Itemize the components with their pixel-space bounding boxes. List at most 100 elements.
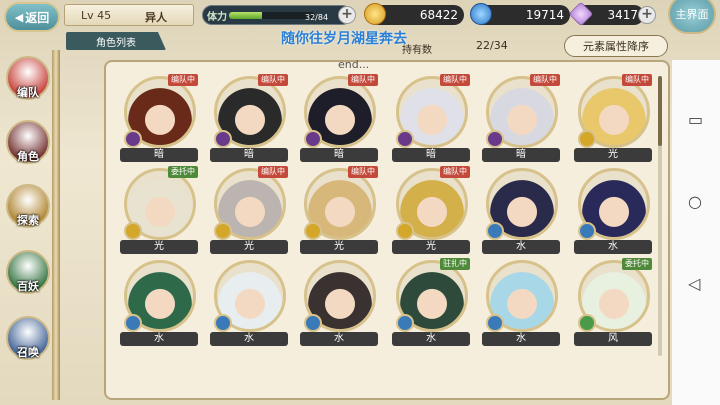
nav-pole: [52, 50, 60, 400]
character-card[interactable]: 编队中暗: [482, 74, 560, 162]
nav-item-label: 编队: [17, 86, 39, 99]
character-list-tab: 角色列表: [66, 32, 166, 50]
element-icon: [304, 130, 322, 148]
element-icon: [124, 314, 142, 332]
element-icon: [396, 130, 414, 148]
main-menu-button[interactable]: 主界面: [668, 0, 716, 34]
character-card[interactable]: 编队中光: [210, 166, 288, 254]
back-button[interactable]: ◀ 返回: [4, 2, 60, 32]
home-icon[interactable]: ○: [688, 192, 702, 211]
back-nav-icon[interactable]: ◁: [688, 274, 700, 293]
character-card[interactable]: 编队中光: [300, 166, 378, 254]
character-card[interactable]: 编队中暗: [210, 74, 288, 162]
nav-item-1[interactable]: 角色: [6, 120, 50, 164]
element-icon: [578, 222, 596, 240]
element-label: 水: [120, 332, 198, 346]
sort-label: 元素属性降序: [583, 40, 649, 53]
gem-icon: [470, 3, 492, 25]
main-menu-label: 主界面: [675, 8, 709, 21]
element-icon: [578, 130, 596, 148]
crystal-value: 3417: [607, 8, 638, 22]
nav-item-3[interactable]: 百妖: [6, 250, 50, 294]
element-label: 水: [392, 332, 470, 346]
element-icon: [214, 130, 232, 148]
recent-apps-icon[interactable]: ▭: [688, 110, 703, 129]
element-label: 光: [300, 240, 378, 254]
crystal-resource: 3417: [568, 1, 644, 27]
owned-count: 22/34: [476, 39, 508, 52]
element-icon: [304, 222, 322, 240]
element-label: 水: [300, 332, 378, 346]
nav-item-2[interactable]: 探索: [6, 184, 50, 228]
element-icon: [486, 130, 504, 148]
gold-value: 68422: [419, 8, 458, 22]
status-tag: 编队中: [440, 74, 470, 86]
character-list-label: 角色列表: [96, 37, 136, 49]
element-label: 水: [482, 332, 560, 346]
caption-overlay: 随你往岁月湖星奔去: [281, 31, 407, 47]
status-tag: 编队中: [440, 166, 470, 178]
element-label: 暗: [210, 148, 288, 162]
stamina-label: 体力: [207, 12, 227, 23]
character-card[interactable]: 水: [482, 258, 560, 346]
element-icon: [304, 314, 322, 332]
character-card[interactable]: 水: [210, 258, 288, 346]
element-icon: [578, 314, 596, 332]
stamina-text: 32/84: [305, 13, 329, 22]
status-tag: 编队中: [530, 74, 560, 86]
status-tag: 编队中: [348, 166, 378, 178]
gold-resource: 68422: [364, 3, 464, 25]
crystal-icon: [568, 1, 594, 27]
back-label: 返回: [25, 10, 50, 25]
character-card[interactable]: 委托中光: [120, 166, 198, 254]
status-tag: 编队中: [168, 74, 198, 86]
left-nav: 编队角色探索百妖召唤: [0, 50, 64, 400]
character-card[interactable]: 编队中光: [392, 166, 470, 254]
status-tag: 编队中: [258, 74, 288, 86]
character-card[interactable]: 委托中风: [574, 258, 652, 346]
character-card[interactable]: 水: [574, 166, 652, 254]
stamina-panel: 体力 32/84: [202, 5, 352, 25]
character-card[interactable]: 水: [482, 166, 560, 254]
character-card[interactable]: 水: [300, 258, 378, 346]
top-bar: ◀ 返回 Lv 45 异人 体力 32/84 + 68422 19714 341…: [0, 0, 720, 34]
element-icon: [486, 314, 504, 332]
element-label: 水: [482, 240, 560, 254]
gem-value: 19714: [525, 8, 564, 22]
add-crystal-button[interactable]: +: [638, 6, 656, 24]
character-card[interactable]: 驻扎中水: [392, 258, 470, 346]
nav-item-label: 百妖: [17, 280, 39, 293]
element-icon: [396, 314, 414, 332]
element-label: 暗: [300, 148, 378, 162]
back-arrow-icon: ◀: [14, 10, 24, 24]
element-label: 风: [574, 332, 652, 346]
element-label: 水: [574, 240, 652, 254]
element-label: 暗: [482, 148, 560, 162]
element-icon: [124, 222, 142, 240]
character-card[interactable]: 水: [120, 258, 198, 346]
character-card[interactable]: 编队中暗: [120, 74, 198, 162]
gem-resource: 19714: [470, 3, 570, 25]
player-info: Lv 45 异人: [64, 4, 194, 26]
status-tag: 编队中: [348, 74, 378, 86]
nav-item-0[interactable]: 编队: [6, 56, 50, 100]
element-label: 光: [392, 240, 470, 254]
nav-item-label: 角色: [17, 150, 39, 163]
character-card[interactable]: 编队中暗: [392, 74, 470, 162]
status-tag: 编队中: [258, 166, 288, 178]
element-icon: [124, 130, 142, 148]
add-stamina-button[interactable]: +: [338, 6, 356, 24]
nav-item-label: 召唤: [17, 346, 39, 359]
scrollbar[interactable]: [658, 76, 662, 356]
nav-item-label: 探索: [17, 214, 39, 227]
system-nav-bar: ▭ ○ ◁: [672, 60, 720, 405]
character-card[interactable]: 编队中暗: [300, 74, 378, 162]
scrollbar-thumb[interactable]: [658, 76, 662, 146]
element-label: 光: [210, 240, 288, 254]
end-text: end...: [338, 58, 370, 71]
sort-button[interactable]: 元素属性降序: [564, 35, 668, 57]
nav-item-4[interactable]: 召唤: [6, 316, 50, 360]
status-tag: 委托中: [622, 258, 652, 270]
element-label: 暗: [120, 148, 198, 162]
character-card[interactable]: 编队中光: [574, 74, 652, 162]
